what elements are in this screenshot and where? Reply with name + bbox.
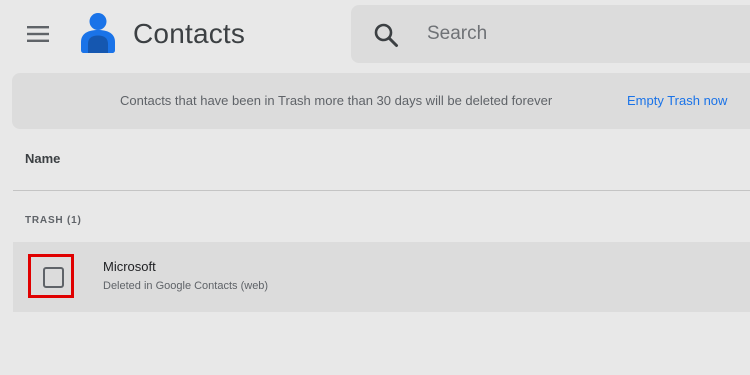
empty-trash-button[interactable]: Empty Trash now	[627, 93, 727, 108]
app-title: Contacts	[133, 18, 246, 49]
trash-notice-banner: Contacts that have been in Trash more th…	[12, 73, 750, 129]
highlight-annotation	[28, 254, 74, 298]
header-divider	[13, 190, 750, 191]
hamburger-menu-icon	[27, 26, 49, 42]
main-menu-button[interactable]	[22, 20, 54, 48]
trash-section-label: TRASH (1)	[25, 215, 82, 226]
contact-deleted-source: Deleted in Google Contacts (web)	[103, 280, 269, 292]
app-header: Contacts	[0, 0, 750, 68]
contact-row[interactable]: Microsoft Deleted in Google Contacts (we…	[13, 242, 750, 312]
contact-select-checkbox[interactable]	[43, 267, 64, 288]
contacts-logo-icon	[81, 13, 115, 53]
name-column-header[interactable]: Name	[25, 151, 60, 166]
trash-notice-text: Contacts that have been in Trash more th…	[120, 93, 553, 108]
contact-name: Microsoft	[103, 259, 156, 274]
search-bar[interactable]	[351, 5, 750, 63]
search-icon[interactable]	[373, 22, 399, 48]
search-input[interactable]	[425, 18, 725, 50]
